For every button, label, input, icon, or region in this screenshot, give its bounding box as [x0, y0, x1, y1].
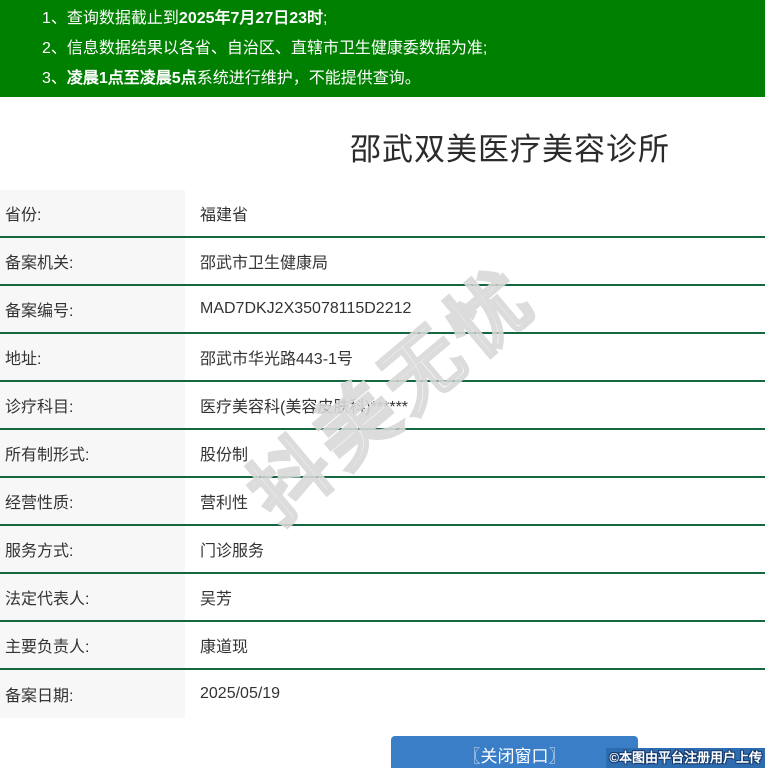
page-title: 邵武双美医疗美容诊所 [350, 132, 670, 167]
table-row: 备案日期: 2025/05/19 [0, 670, 765, 718]
notice-line-3-suffix: 系统进行维护，不能提供查询。 [196, 70, 421, 87]
row-value: 邵武市卫生健康局 [200, 255, 329, 272]
notice-line-2-text: 信息数据结果以各省、自治区、直辖市卫生健康委数据为准; [66, 40, 488, 57]
row-label: 服务方式: [0, 526, 185, 572]
row-value: MAD7DKJ2X35078115D2212 [200, 300, 412, 317]
row-value: 2025/05/19 [200, 685, 281, 702]
notice-line-3: 3、凌晨1点至凌晨5点系统进行维护，不能提供查询。 [42, 64, 755, 94]
notice-line-3-bold: 凌晨1点至凌晨5点 [66, 70, 197, 87]
row-label: 诊疗科目: [0, 382, 185, 428]
table-row: 诊疗科目: 医疗美容科(美容皮肤科)****** [0, 382, 765, 430]
table-row: 所有制形式: 股份制 [0, 430, 765, 478]
page: 1、查询数据截止到2025年7月27日23时; 2、信息数据结果以各省、自治区、… [0, 0, 765, 768]
table-row: 服务方式: 门诊服务 [0, 526, 765, 574]
table-row: 备案机关: 邵武市卫生健康局 [0, 238, 765, 286]
row-label: 省份: [0, 190, 185, 236]
row-label: 地址: [0, 334, 185, 380]
row-value: 邵武市华光路443-1号 [200, 351, 353, 368]
notice-line-3-num: 3、 [42, 70, 67, 87]
notice-line-1: 1、查询数据截止到2025年7月27日23时; [42, 4, 755, 34]
row-value: 营利性 [200, 495, 249, 512]
table-row: 地址: 邵武市华光路443-1号 [0, 334, 765, 382]
title-area: 邵武双美医疗美容诊所 [0, 124, 765, 169]
notice-line-1-suffix: ; [323, 10, 328, 27]
table-row: 法定代表人: 吴芳 [0, 574, 765, 622]
row-label: 备案日期: [0, 670, 185, 718]
close-window-button[interactable]: 〖关闭窗口〗 [391, 736, 638, 768]
notice-banner: 1、查询数据截止到2025年7月27日23时; 2、信息数据结果以各省、自治区、… [0, 0, 765, 97]
row-value: 医疗美容科(美容皮肤科)****** [200, 399, 409, 416]
records-table: 省份: 福建省 备案机关: 邵武市卫生健康局 备案编号: MAD7DKJ2X3507811… [0, 190, 765, 718]
notice-line-1-text: 查询数据截止到 [66, 10, 179, 27]
notice-line-2: 2、信息数据结果以各省、自治区、直辖市卫生健康委数据为准; [42, 34, 755, 64]
notice-line-1-bold: 2025年7月27日23时 [178, 10, 324, 27]
row-value: 吴芳 [200, 591, 233, 608]
table-row: 主要负责人: 康道现 [0, 622, 765, 670]
table-row: 备案编号: MAD7DKJ2X35078115D2212 [0, 286, 765, 334]
row-value: 福建省 [200, 207, 249, 224]
table-row: 经营性质: 营利性 [0, 478, 765, 526]
row-label: 经营性质: [0, 478, 185, 524]
row-label: 所有制形式: [0, 430, 185, 476]
row-label: 法定代表人: [0, 574, 185, 620]
row-value: 康道现 [200, 639, 249, 656]
row-label: 备案编号: [0, 286, 185, 332]
row-value: 股份制 [200, 447, 249, 464]
table-row: 省份: 福建省 [0, 190, 765, 238]
copyright-ribbon: ©本图由平台注册用户上传 [606, 748, 765, 768]
notice-line-1-num: 1、 [42, 10, 67, 27]
row-label: 备案机关: [0, 238, 185, 284]
row-value: 门诊服务 [200, 543, 265, 560]
row-label: 主要负责人: [0, 622, 185, 668]
notice-line-2-num: 2、 [42, 40, 67, 57]
